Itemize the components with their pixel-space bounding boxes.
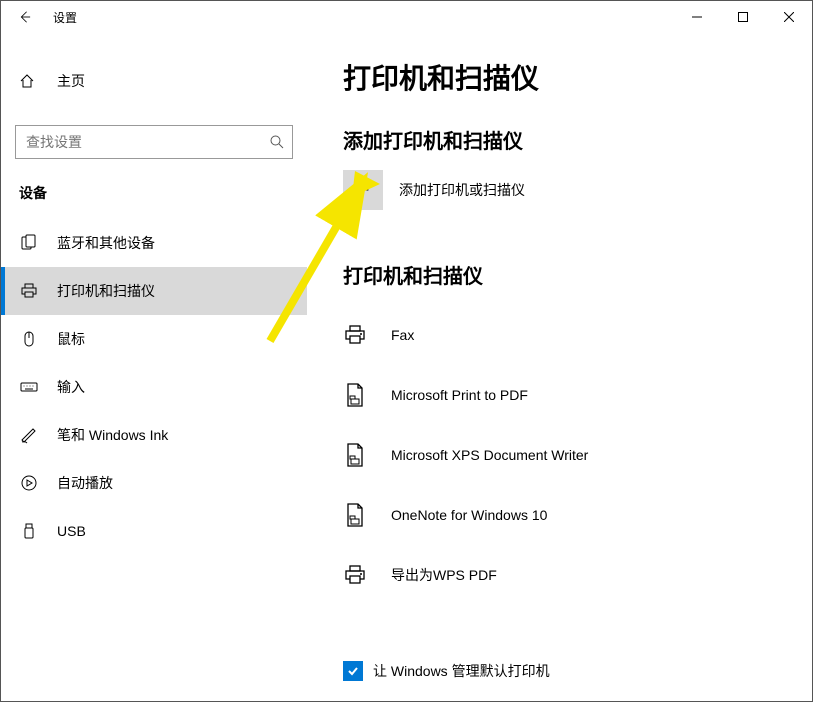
document-printer-icon [343,441,367,469]
sidebar-item-bluetooth[interactable]: 蓝牙和其他设备 [1,219,307,267]
sidebar-item-usb[interactable]: USB [1,507,307,555]
printer-icon [19,282,39,300]
nav-label: USB [57,523,86,539]
printer-name: Fax [391,327,414,343]
minimize-button[interactable] [674,1,720,33]
search-wrapper [15,125,293,159]
printer-name: Microsoft Print to PDF [391,387,528,403]
document-printer-icon [343,501,367,529]
list-section-title: 打印机和扫描仪 [343,260,812,289]
back-button[interactable] [1,1,47,33]
pen-icon [19,426,39,444]
category-title: 设备 [1,159,307,219]
add-button[interactable]: + [343,170,383,210]
printer-icon [343,561,367,589]
checkbox-checked[interactable] [343,661,363,681]
bluetooth-icon [19,234,39,252]
sidebar-item-mouse[interactable]: 鼠标 [1,315,307,363]
page-title: 打印机和扫描仪 [343,57,812,97]
plus-icon: + [357,177,370,203]
home-label: 主页 [57,71,85,91]
home-icon [19,73,39,89]
document-printer-icon [343,381,367,409]
default-printer-checkbox-row[interactable]: 让 Windows 管理默认打印机 [343,661,812,681]
maximize-button[interactable] [720,1,766,33]
window-controls [674,1,812,33]
close-button[interactable] [766,1,812,33]
sidebar-item-typing[interactable]: 输入 [1,363,307,411]
printer-list: Fax Microsoft Print to PDF Microsoft XPS… [343,305,812,605]
mouse-icon [19,330,39,348]
main-content: 打印机和扫描仪 添加打印机和扫描仪 + 添加打印机或扫描仪 打印机和扫描仪 Fa… [307,33,812,701]
nav-label: 鼠标 [57,329,85,349]
keyboard-icon [19,378,39,396]
autoplay-icon [19,474,39,492]
nav-list: 蓝牙和其他设备 打印机和扫描仪 鼠标 输入 [1,219,307,555]
sidebar-item-autoplay[interactable]: 自动播放 [1,459,307,507]
usb-icon [19,522,39,540]
printer-item-pdf[interactable]: Microsoft Print to PDF [343,365,812,425]
printer-name: 导出为WPS PDF [391,565,497,585]
titlebar: 设置 [1,1,812,33]
sidebar-item-printers[interactable]: 打印机和扫描仪 [1,267,307,315]
home-link[interactable]: 主页 [1,61,307,101]
printer-item-fax[interactable]: Fax [343,305,812,365]
nav-label: 自动播放 [57,473,113,493]
nav-label: 打印机和扫描仪 [57,281,155,301]
add-label: 添加打印机或扫描仪 [399,180,525,200]
nav-label: 笔和 Windows Ink [57,425,168,445]
search-input[interactable] [15,125,293,159]
checkbox-label: 让 Windows 管理默认打印机 [373,661,550,681]
printer-item-wps[interactable]: 导出为WPS PDF [343,545,812,605]
add-printer-row[interactable]: + 添加打印机或扫描仪 [343,170,812,210]
sidebar-item-pen[interactable]: 笔和 Windows Ink [1,411,307,459]
printer-item-onenote[interactable]: OneNote for Windows 10 [343,485,812,545]
search-icon [269,134,285,150]
nav-label: 蓝牙和其他设备 [57,233,155,253]
sidebar: 主页 设备 蓝牙和其他设备 打印机和扫描仪 [1,33,307,701]
nav-label: 输入 [57,377,85,397]
printer-item-xps[interactable]: Microsoft XPS Document Writer [343,425,812,485]
printer-name: OneNote for Windows 10 [391,507,547,523]
printer-icon [343,321,367,349]
window-title: 设置 [53,9,77,26]
printer-name: Microsoft XPS Document Writer [391,447,588,463]
add-section-title: 添加打印机和扫描仪 [343,125,812,154]
